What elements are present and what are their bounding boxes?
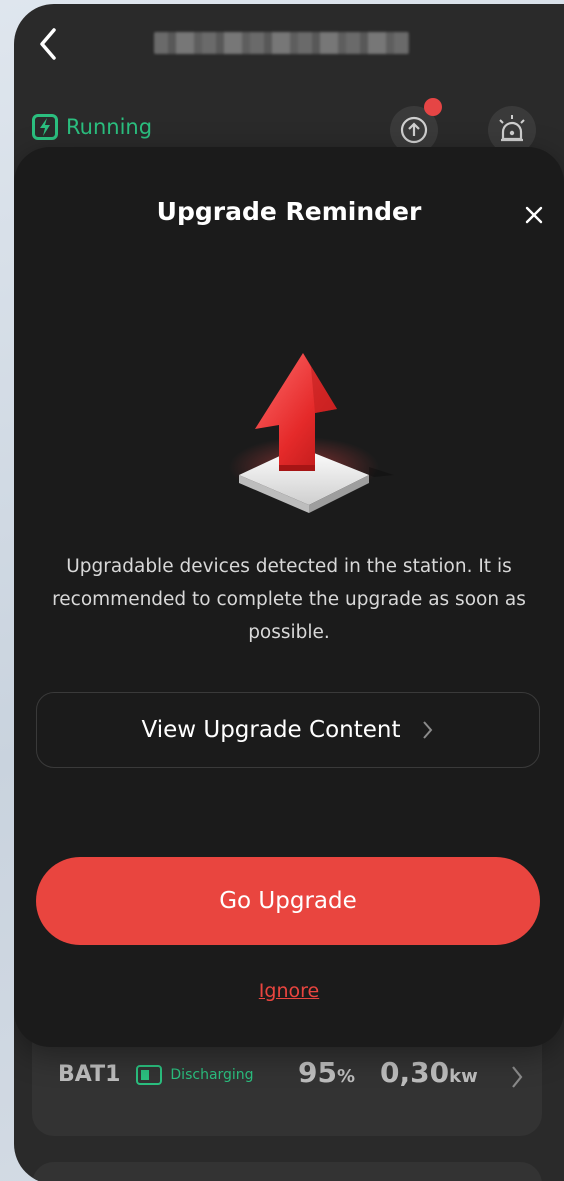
- view-upgrade-content-button[interactable]: View Upgrade Content: [36, 692, 540, 768]
- page-title-redacted: [154, 32, 409, 54]
- chevron-right-icon[interactable]: [510, 1064, 524, 1090]
- battery-power-value: 0,30: [380, 1056, 450, 1089]
- dialog-title: Upgrade Reminder: [156, 197, 422, 226]
- top-bar: [14, 4, 564, 84]
- upgrade-arrow-illustration: [229, 353, 394, 513]
- next-device-card: [32, 1162, 542, 1181]
- go-upgrade-label: Go Upgrade: [219, 888, 357, 914]
- battery-status: Discharging: [170, 1066, 254, 1083]
- battery-card[interactable]: BAT1 Discharging 95% 0,30kw: [32, 1036, 542, 1136]
- battery-power: 0,30kw: [380, 1056, 478, 1089]
- bolt-icon: [32, 114, 58, 140]
- close-icon[interactable]: [522, 203, 546, 227]
- running-status-badge: Running: [32, 114, 152, 140]
- go-upgrade-button[interactable]: Go Upgrade: [36, 857, 540, 945]
- notification-dot: [424, 98, 442, 116]
- battery-info: BAT1 Discharging: [58, 1062, 254, 1087]
- upgrade-reminder-dialog: Upgrade Reminder Upgradable devices dete…: [14, 147, 564, 1047]
- phone-screen: Running BAT1 Discharging 95% 0,30kw Upgr…: [14, 4, 564, 1181]
- battery-percent: 95%: [298, 1056, 355, 1089]
- chevron-right-icon: [422, 721, 432, 739]
- dialog-message: Upgradable devices detected in the stati…: [52, 556, 526, 643]
- battery-power-unit: kw: [449, 1066, 478, 1087]
- battery-icon: [136, 1064, 163, 1085]
- ignore-link[interactable]: Ignore: [14, 980, 564, 1002]
- battery-percent-unit: %: [336, 1066, 356, 1087]
- running-label: Running: [66, 115, 153, 139]
- battery-percent-value: 95: [298, 1056, 337, 1089]
- chevron-left-icon[interactable]: [34, 24, 62, 64]
- battery-name: BAT1: [58, 1062, 121, 1087]
- view-upgrade-content-label: View Upgrade Content: [141, 717, 401, 743]
